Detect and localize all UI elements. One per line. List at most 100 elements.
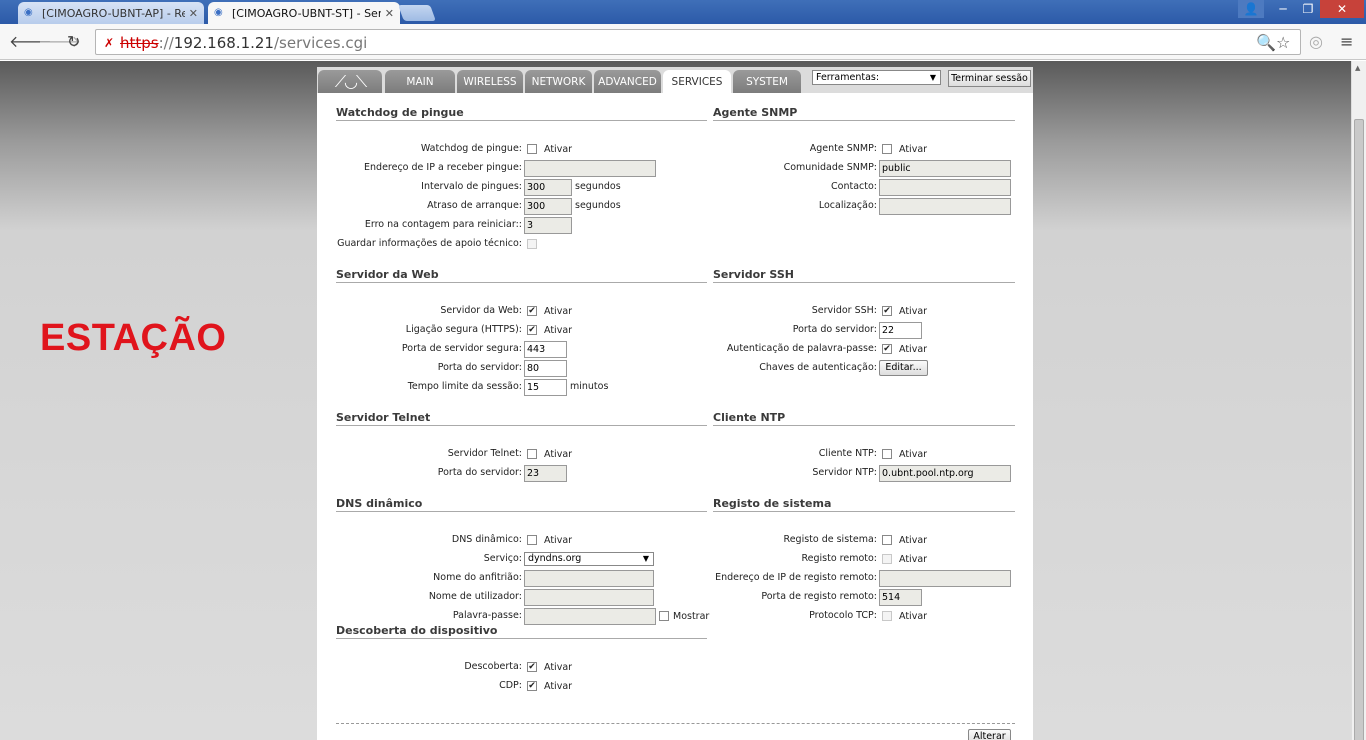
discovery-enable-checkbox[interactable]: ✔ — [527, 662, 537, 672]
airos-panel: ⟋◡⟍ MAIN WIRELESS NETWORK ADVANCED SERVI… — [317, 67, 1033, 740]
watchdog-interval-label: Intervalo de pingues: — [421, 181, 522, 192]
ativar-label: Ativar — [544, 325, 573, 336]
web-enable-checkbox[interactable]: ✔ — [527, 306, 537, 316]
ssh-password-auth-checkbox[interactable]: ✔ — [882, 344, 892, 354]
apply-button[interactable]: Alterar — [968, 729, 1011, 740]
window-close-icon[interactable]: ✕ — [1320, 0, 1364, 18]
ddns-password-input[interactable] — [524, 608, 656, 625]
browser-tab-bar: ◉ [CIMOAGRO-UBNT-AP] - Rec ✕ ◉ [CIMOAGRO… — [0, 0, 1366, 24]
secure-port-label: Porta de servidor segura: — [401, 343, 522, 354]
ssh-enable-checkbox[interactable]: ✔ — [882, 306, 892, 316]
page-scrollbar[interactable]: ▲ — [1351, 61, 1366, 740]
logout-button[interactable]: Terminar sessão — [948, 70, 1031, 87]
ddns-enable-checkbox[interactable] — [527, 535, 537, 545]
telnet-port-input[interactable]: 23 — [524, 465, 567, 482]
ativar-label: Ativar — [544, 681, 573, 692]
scrollbar-thumb[interactable] — [1354, 119, 1364, 740]
menu-icon[interactable]: ≡ — [1340, 33, 1353, 51]
address-bar[interactable]: ✗ https://192.168.1.21/services.cgi 🔍 ☆ — [95, 29, 1301, 55]
snmp-contact-label: Contacto: — [831, 181, 877, 192]
minimize-icon[interactable]: ─ — [1270, 0, 1296, 18]
tab-system[interactable]: SYSTEM — [733, 70, 801, 93]
tab-main[interactable]: MAIN — [385, 70, 455, 93]
scroll-up-icon[interactable]: ▲ — [1355, 64, 1360, 72]
ssh-port-label: Porta do servidor: — [792, 324, 877, 335]
snmp-community-input[interactable]: public — [879, 160, 1011, 177]
tab-wireless[interactable]: WIRELESS — [457, 70, 523, 93]
form-divider — [336, 723, 1015, 724]
seconds-unit: segundos — [575, 181, 621, 192]
session-timeout-input[interactable]: 15 — [524, 379, 567, 396]
watchdog-interval-input[interactable]: 300 — [524, 179, 572, 196]
web-port-input[interactable]: 80 — [524, 360, 567, 377]
telnet-enable-label: Servidor Telnet: — [447, 448, 522, 459]
watchdog-delay-input[interactable]: 300 — [524, 198, 572, 215]
watchdog-ip-input[interactable] — [524, 160, 656, 177]
ddns-host-label: Nome do anfitrião: — [433, 572, 522, 583]
snmp-location-label: Localização: — [818, 200, 877, 211]
tab-network[interactable]: NETWORK — [525, 70, 592, 93]
ddns-user-label: Nome de utilizador: — [428, 591, 522, 602]
ddns-user-input[interactable] — [524, 589, 654, 606]
browser-toolbar: 🡐 🡒 ↻ ✗ https://192.168.1.21/services.cg… — [0, 24, 1366, 60]
dropdown-arrow-icon: ▼ — [642, 554, 649, 563]
discovery-enable-label: Descoberta: — [464, 661, 522, 672]
restore-icon[interactable]: ❐ — [1296, 0, 1320, 18]
https-checkbox[interactable]: ✔ — [527, 325, 537, 335]
ssh-keys-label: Chaves de autenticação: — [759, 362, 877, 373]
station-overlay-label: ESTAÇÃO — [40, 317, 227, 359]
dropdown-arrow-icon: ▼ — [929, 73, 936, 82]
remote-log-ip-label: Endereço de IP de registo remoto: — [715, 572, 877, 583]
search-icon[interactable]: 🔍 — [1256, 33, 1276, 52]
support-info-label: Guardar informações de apoio técnico: — [337, 238, 522, 249]
snmp-contact-input[interactable] — [879, 179, 1011, 196]
ativar-label: Ativar — [899, 144, 928, 155]
ntp-enable-checkbox[interactable] — [882, 449, 892, 459]
cdp-checkbox[interactable]: ✔ — [527, 681, 537, 691]
profile-icon[interactable]: 👤 — [1238, 0, 1264, 18]
browser-tab-ap[interactable]: ◉ [CIMOAGRO-UBNT-AP] - Rec ✕ — [18, 2, 204, 24]
syslog-enable-checkbox[interactable] — [882, 535, 892, 545]
secure-port-input[interactable]: 443 — [524, 341, 567, 358]
remote-log-ip-input[interactable] — [879, 570, 1011, 587]
tcp-protocol-checkbox[interactable] — [882, 611, 892, 621]
remote-log-checkbox[interactable] — [882, 554, 892, 564]
watchdog-fail-input[interactable]: 3 — [524, 217, 572, 234]
tools-select[interactable]: Ferramentas: ▼ — [812, 70, 941, 85]
star-icon[interactable]: ☆ — [1276, 33, 1290, 52]
snmp-location-input[interactable] — [879, 198, 1011, 215]
telnet-enable-checkbox[interactable] — [527, 449, 537, 459]
close-icon[interactable]: ✕ — [385, 7, 394, 20]
ddns-service-label: Serviço: — [483, 553, 522, 564]
ssh-port-input[interactable]: 22 — [879, 322, 922, 339]
ntp-server-input[interactable]: 0.ubnt.pool.ntp.org — [879, 465, 1011, 482]
snmp-enable-label: Agente SNMP: — [809, 143, 877, 154]
snmp-community-label: Comunidade SNMP: — [783, 162, 877, 173]
services-form: Watchdog de pingue Watchdog de pingue: A… — [317, 93, 1033, 740]
session-timeout-label: Tempo limite da sessão: — [407, 381, 522, 392]
ddns-host-input[interactable] — [524, 570, 654, 587]
section-discovery: Descoberta do dispositivo — [336, 624, 707, 639]
remote-log-port-input[interactable]: 514 — [879, 589, 922, 606]
close-icon[interactable]: ✕ — [189, 7, 198, 20]
watchdog-enable-checkbox[interactable] — [527, 144, 537, 154]
snmp-enable-checkbox[interactable] — [882, 144, 892, 154]
edit-keys-button[interactable]: Editar... — [879, 360, 928, 376]
show-password-checkbox[interactable] — [659, 611, 669, 621]
extension-icon[interactable]: ◎ — [1309, 33, 1323, 51]
watchdog-ip-label: Endereço de IP a receber pingue: — [364, 162, 522, 173]
browser-tab-st[interactable]: ◉ [CIMOAGRO-UBNT-ST] - Ser ✕ — [208, 2, 400, 24]
ativar-label: Ativar — [899, 344, 928, 355]
ativar-label: Ativar — [544, 662, 573, 673]
airos-logo-tab[interactable]: ⟋◡⟍ — [318, 70, 382, 93]
tab-advanced[interactable]: ADVANCED — [594, 70, 661, 93]
tab-services[interactable]: SERVICES — [663, 70, 731, 93]
ddns-service-select[interactable]: dyndns.org ▼ — [524, 552, 654, 566]
ubiquiti-logo-icon: ⟋◡⟍ — [334, 72, 367, 91]
support-info-checkbox[interactable] — [527, 239, 537, 249]
new-tab-button[interactable] — [398, 5, 436, 21]
ativar-label: Ativar — [544, 449, 573, 460]
reload-icon[interactable]: ↻ — [67, 33, 80, 51]
section-ddns: DNS dinâmico — [336, 497, 707, 512]
web-port-label: Porta do servidor: — [437, 362, 522, 373]
